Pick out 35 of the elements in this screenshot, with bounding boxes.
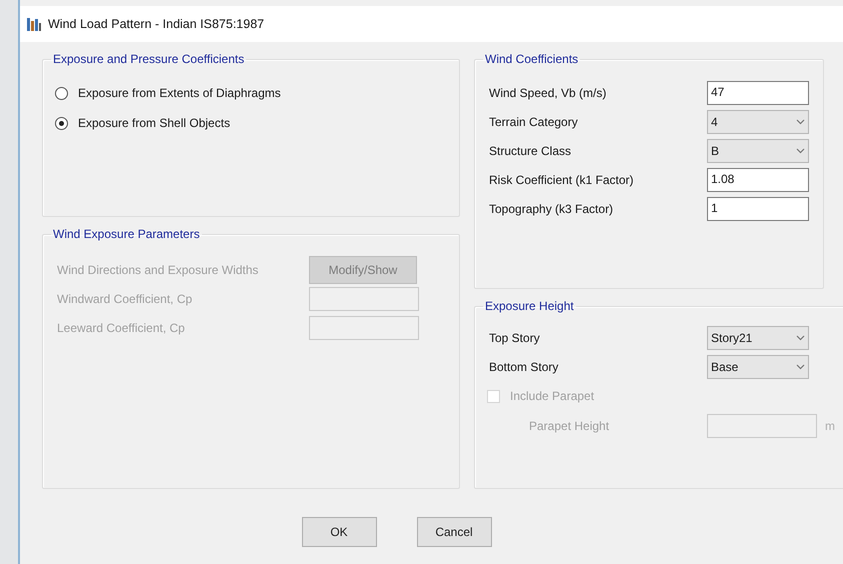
group-title: Exposure Height	[484, 299, 575, 313]
dropdown[interactable]: Base	[707, 354, 809, 378]
input-field[interactable]: 1.08	[707, 168, 809, 192]
chevron-down-icon	[796, 364, 805, 370]
field-label: Structure Class	[489, 144, 572, 158]
radio-option[interactable]: Exposure from Extents of Diaphragms	[55, 78, 445, 108]
app-icon	[26, 16, 42, 32]
input-field[interactable]	[309, 286, 419, 310]
field-label: Topography (k3 Factor)	[489, 202, 614, 216]
window-title: Wind Load Pattern - Indian IS875:1987	[48, 17, 264, 31]
input-field[interactable]	[309, 316, 419, 340]
field-label: Parapet Height	[528, 418, 610, 432]
field-label: Bottom Story	[489, 360, 560, 374]
field-label: Terrain Category	[489, 114, 579, 128]
field-label: Wind Directions and Exposure Widths	[57, 262, 260, 276]
group-title: Wind Exposure Parameters	[52, 227, 201, 241]
group-title: Exposure and Pressure Coefficients	[52, 52, 246, 66]
field-label: Wind Speed, Vb (m/s)	[489, 86, 608, 100]
dropdown[interactable]: Story21	[707, 326, 809, 350]
field-label: Leeward Coefficient, Cp	[57, 320, 186, 334]
group-title: Wind Coefficients	[484, 52, 580, 66]
dropdown[interactable]: 4	[707, 110, 809, 134]
chevron-down-icon	[796, 334, 805, 340]
input-field[interactable]: 47	[707, 80, 809, 104]
dialog-button[interactable]: OK	[302, 517, 376, 547]
dialog-button[interactable]: Cancel	[416, 517, 492, 547]
dropdown[interactable]: B	[707, 138, 809, 162]
field-label: Risk Coefficient (k1 Factor)	[489, 172, 634, 186]
radio-option[interactable]: Exposure from Shell Objects	[55, 108, 445, 138]
unit-label: m	[825, 418, 835, 432]
field-label: Windward Coefficient, Cp	[57, 292, 194, 306]
chevron-down-icon	[796, 148, 805, 154]
chevron-down-icon	[796, 118, 805, 124]
field-label: Top Story	[489, 330, 541, 344]
input-field[interactable]: 1	[707, 196, 809, 220]
